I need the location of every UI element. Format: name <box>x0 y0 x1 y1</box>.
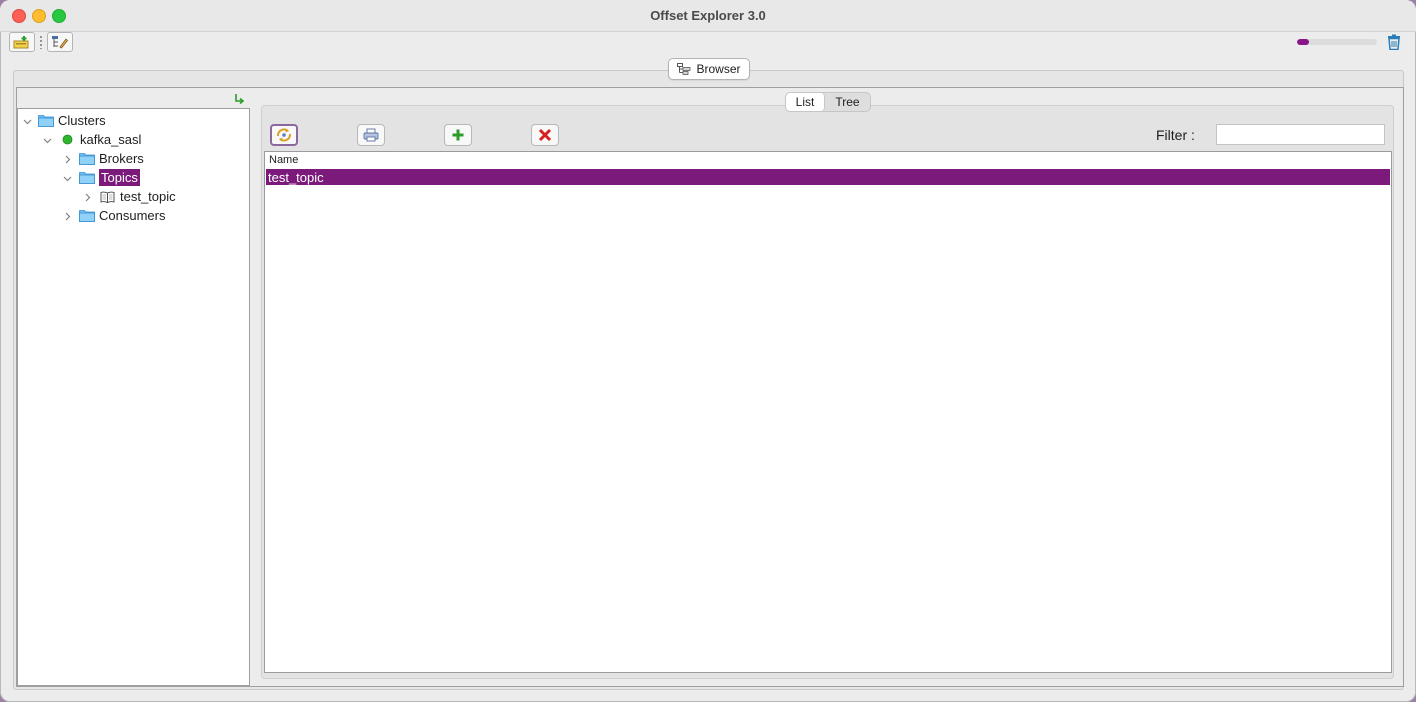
filter-label: Filter : <box>1156 127 1195 143</box>
trash-icon <box>1388 34 1400 50</box>
chevron-right-icon[interactable] <box>63 212 72 221</box>
chevron-down-icon[interactable] <box>63 174 72 183</box>
tree-label: kafka_sasl <box>80 132 142 147</box>
status-dot-icon <box>62 134 73 145</box>
edit-tree-button[interactable] <box>47 32 73 52</box>
tree-node-topics[interactable]: Topics <box>79 168 140 187</box>
folder-icon <box>79 153 95 165</box>
tree-label: Brokers <box>99 151 144 166</box>
view-toggle: List Tree <box>785 92 871 112</box>
tree-node-cluster[interactable]: kafka_sasl <box>62 130 141 149</box>
print-button[interactable] <box>357 124 385 146</box>
book-icon <box>100 191 115 203</box>
tab-tree[interactable]: Tree <box>825 93 870 111</box>
tree-label: test_topic <box>120 189 176 204</box>
folder-icon <box>79 210 95 222</box>
table-row[interactable]: test_topic <box>266 169 1390 185</box>
edit-tree-icon <box>52 36 68 49</box>
tree-label-selected: Topics <box>99 169 140 186</box>
delete-icon <box>538 128 552 142</box>
refresh-button[interactable] <box>270 124 298 146</box>
add-icon <box>452 129 464 141</box>
tree-label: Consumers <box>99 208 166 223</box>
print-icon <box>363 128 379 142</box>
chevron-right-icon[interactable] <box>83 193 92 202</box>
table-cell-name: test_topic <box>268 169 324 185</box>
cluster-tree: Clusters kafka_sasl Brokers Topics test_… <box>17 108 250 686</box>
topics-table: Name test_topic <box>264 151 1392 673</box>
tree-node-brokers[interactable]: Brokers <box>79 149 144 168</box>
tree-node-clusters[interactable]: Clusters <box>38 111 106 130</box>
browser-tab-label: Browser <box>696 62 741 76</box>
browser-tree-icon <box>677 63 691 75</box>
app-window: Offset Explorer 3.0 Browser Clusters kaf… <box>0 0 1416 702</box>
arrow-down-icon <box>235 94 245 105</box>
tree-node-consumers[interactable]: Consumers <box>79 206 165 225</box>
add-topic-button[interactable] <box>444 124 472 146</box>
column-header-name[interactable]: Name <box>269 154 298 166</box>
tree-node-test-topic[interactable]: test_topic <box>100 187 176 206</box>
window-title: Offset Explorer 3.0 <box>650 8 766 23</box>
folder-icon <box>38 115 54 127</box>
add-connection-icon <box>13 36 29 49</box>
title-bar: Offset Explorer 3.0 <box>0 0 1416 32</box>
tree-label: Clusters <box>58 113 106 128</box>
chevron-down-icon[interactable] <box>23 117 32 126</box>
toolbar-separator <box>40 35 42 49</box>
delete-topic-button[interactable] <box>531 124 559 146</box>
tab-list[interactable]: List <box>786 93 825 111</box>
chevron-down-icon[interactable] <box>43 136 52 145</box>
chevron-right-icon[interactable] <box>63 155 72 164</box>
progress-bar-fill <box>1297 39 1309 45</box>
progress-bar <box>1297 39 1377 45</box>
collapse-tree-button[interactable] <box>233 92 247 106</box>
trash-button[interactable] <box>1386 33 1402 51</box>
folder-icon <box>79 172 95 184</box>
refresh-icon <box>277 128 291 142</box>
add-connection-button[interactable] <box>9 32 35 52</box>
browser-tab[interactable]: Browser <box>668 58 750 80</box>
filter-input[interactable] <box>1216 124 1385 145</box>
